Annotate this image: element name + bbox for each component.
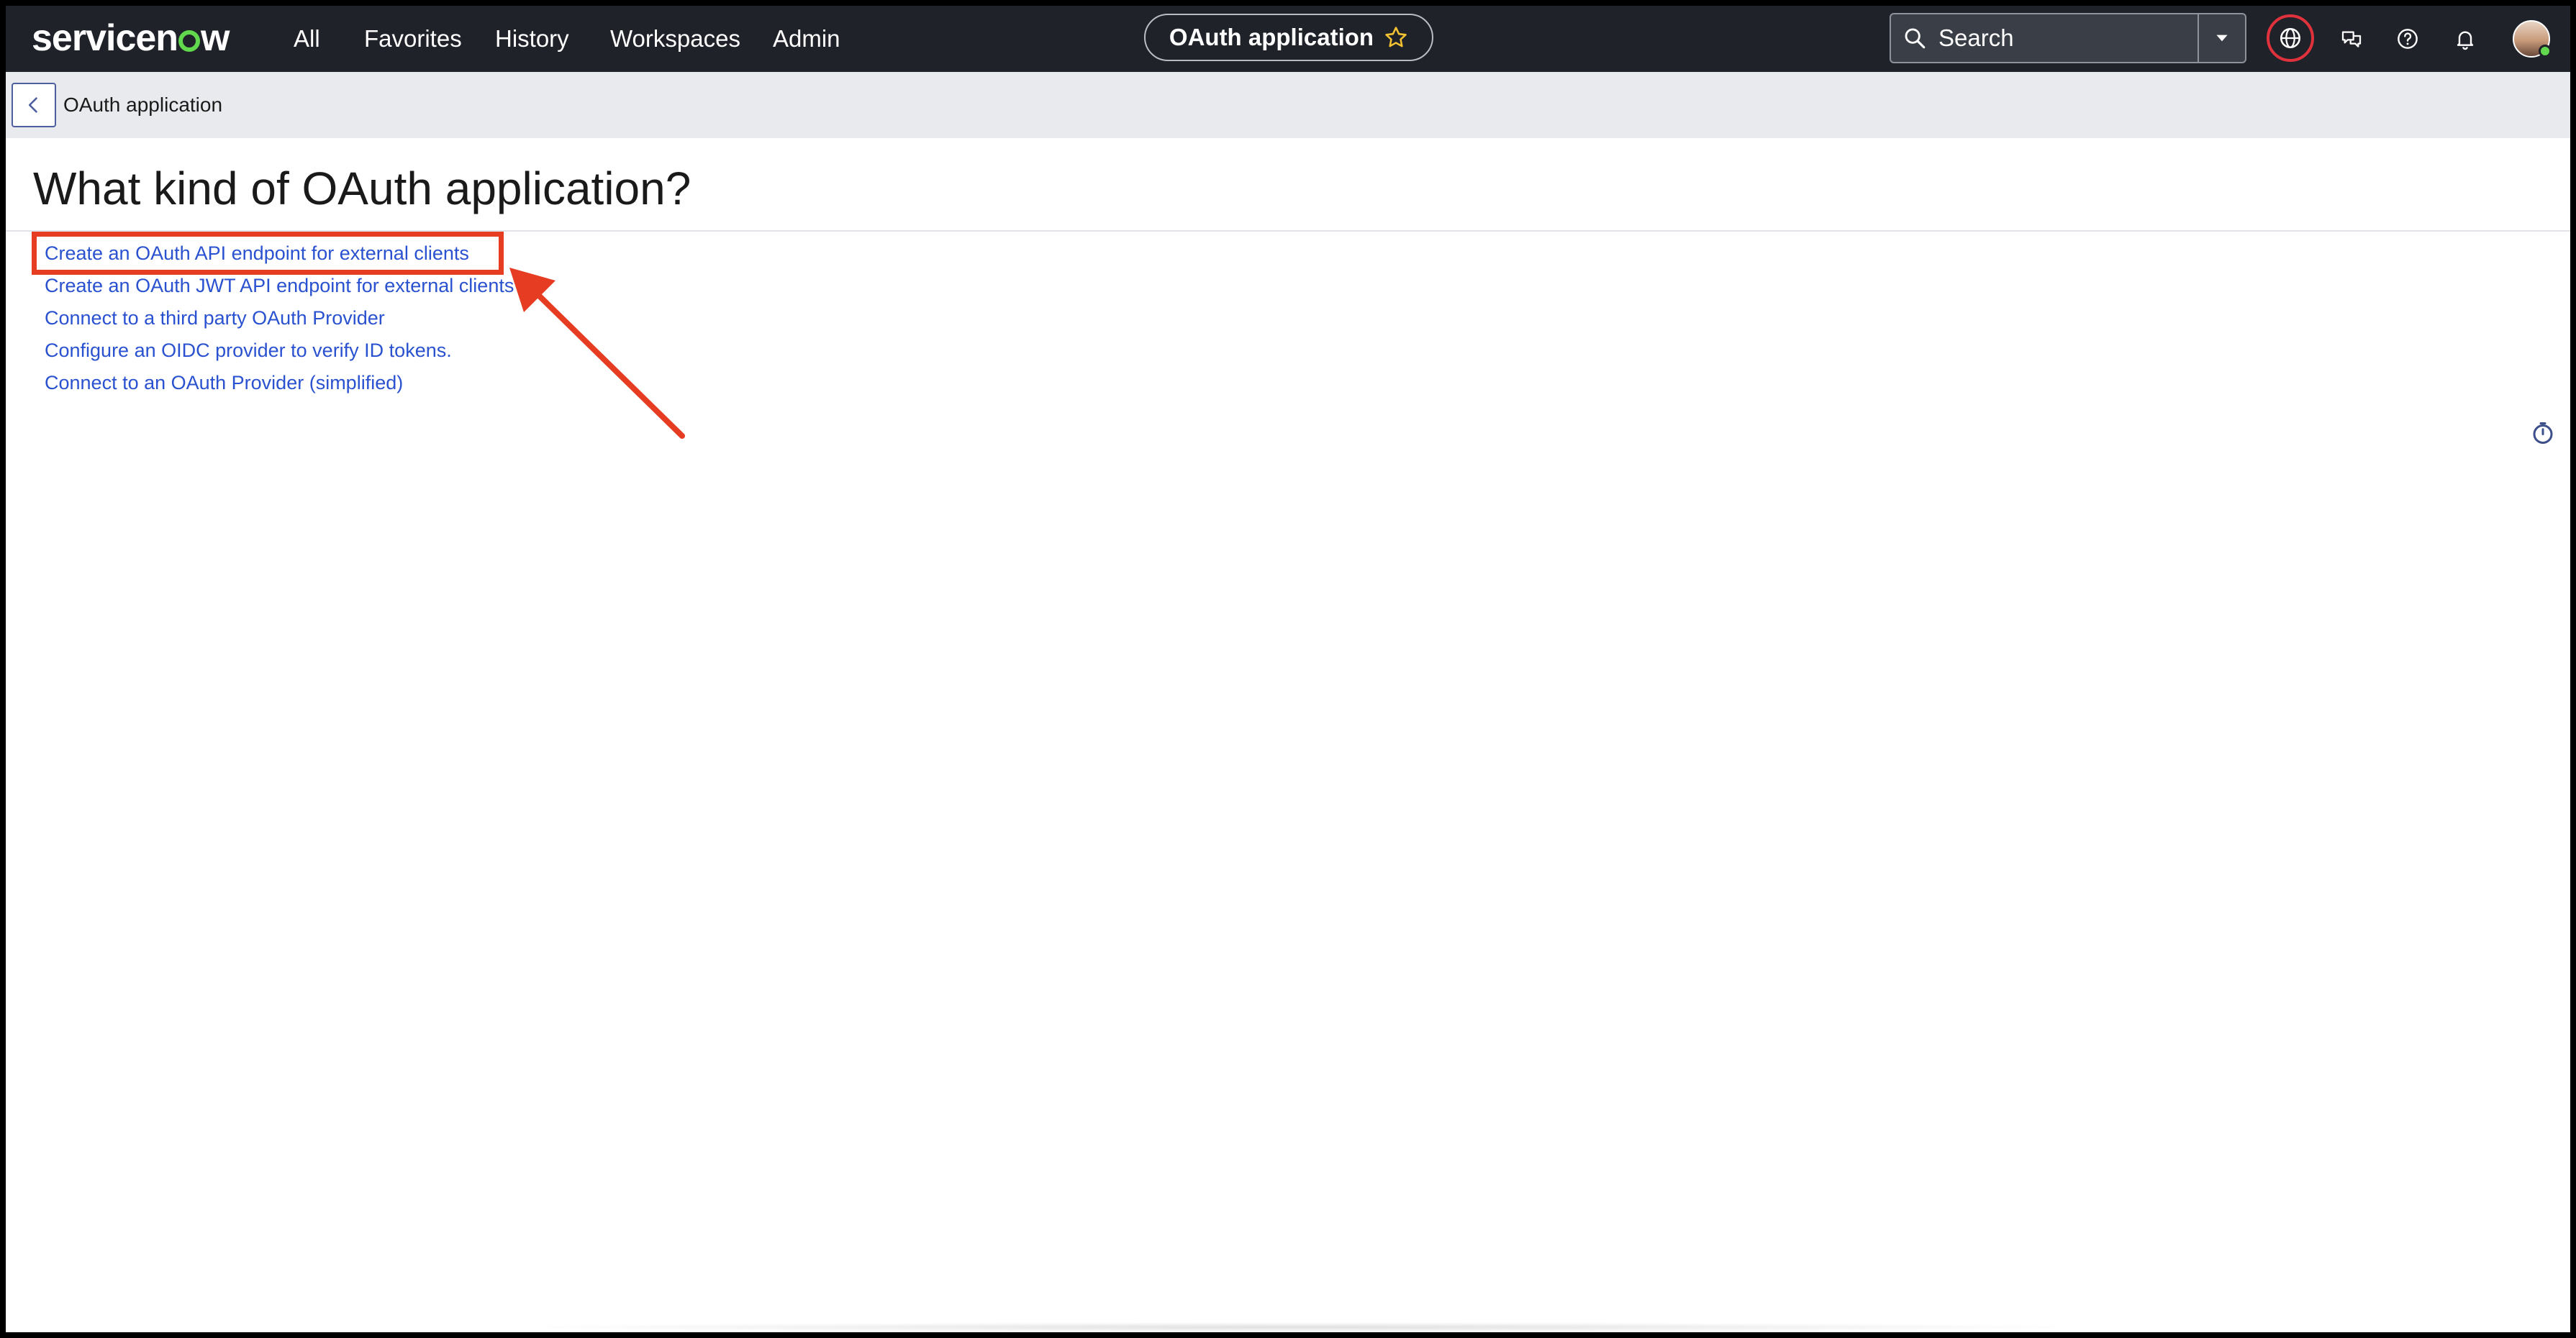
top-navigation-bar: servicen w All Favorites History Workspac… bbox=[6, 6, 2570, 72]
option-oauth-provider-simplified[interactable]: Connect to an OAuth Provider (simplified… bbox=[45, 370, 403, 396]
context-title-pill[interactable]: OAuth application bbox=[1144, 14, 1433, 61]
annotation-highlight-box bbox=[32, 232, 504, 275]
context-title: OAuth application bbox=[1169, 24, 1374, 50]
search-scope-dropdown[interactable] bbox=[2198, 14, 2245, 62]
global-search[interactable]: Search bbox=[1890, 13, 2246, 63]
caret-down-icon bbox=[2216, 35, 2228, 42]
app-window: servicen w All Favorites History Workspac… bbox=[6, 6, 2570, 1332]
nav-admin[interactable]: Admin bbox=[773, 22, 840, 56]
timer-icon[interactable] bbox=[2530, 420, 2556, 446]
search-icon bbox=[1905, 28, 1926, 49]
online-status-dot bbox=[2539, 45, 2552, 58]
chat-button[interactable] bbox=[2334, 22, 2369, 56]
page-subheader: OAuth application bbox=[6, 72, 2570, 138]
nav-favorites[interactable]: Favorites bbox=[364, 22, 462, 56]
subheader-title: OAuth application bbox=[63, 94, 223, 116]
star-icon[interactable] bbox=[1384, 25, 1408, 50]
logo-text-start: servicen bbox=[32, 17, 178, 59]
nav-history[interactable]: History bbox=[495, 22, 569, 56]
option-third-party-oauth-provider[interactable]: Connect to a third party OAuth Provider bbox=[45, 305, 385, 331]
bottom-shadow bbox=[495, 1322, 2107, 1332]
user-avatar[interactable] bbox=[2513, 20, 2552, 58]
servicenow-logo[interactable]: servicen w bbox=[32, 13, 230, 63]
logo-text-end: w bbox=[201, 17, 230, 59]
page-title: What kind of OAuth application? bbox=[33, 163, 691, 214]
nav-all[interactable]: All bbox=[294, 22, 320, 56]
chat-icon bbox=[2341, 31, 2362, 47]
option-oidc-provider[interactable]: Configure an OIDC provider to verify ID … bbox=[45, 337, 452, 363]
nav-workspaces[interactable]: Workspaces bbox=[610, 22, 740, 56]
help-button[interactable] bbox=[2390, 22, 2425, 56]
globe-icon bbox=[2280, 27, 2301, 49]
notifications-button[interactable] bbox=[2448, 22, 2482, 56]
search-input[interactable]: Search bbox=[1938, 24, 2198, 52]
back-button[interactable] bbox=[12, 83, 56, 127]
help-icon bbox=[2398, 29, 2418, 49]
language-selector[interactable] bbox=[2267, 14, 2314, 62]
annotation-arrow bbox=[509, 268, 685, 439]
bell-icon bbox=[2457, 31, 2474, 50]
logo-o-mark bbox=[178, 30, 201, 52]
chevron-left-icon bbox=[28, 97, 37, 113]
option-oauth-jwt-api-endpoint[interactable]: Create an OAuth JWT API endpoint for ext… bbox=[45, 273, 514, 299]
